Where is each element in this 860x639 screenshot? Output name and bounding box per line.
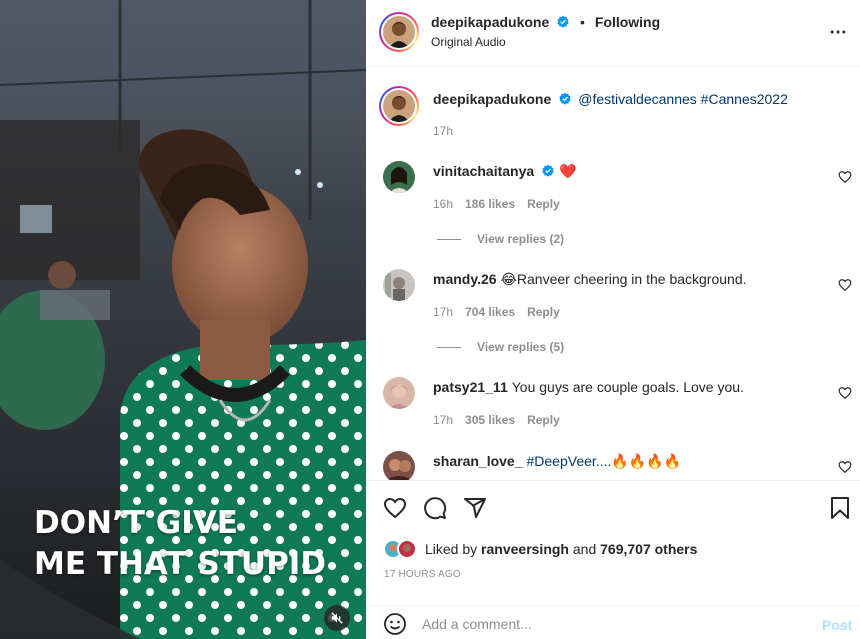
avatar-image — [383, 16, 415, 48]
separator-dot: • — [580, 14, 585, 30]
comment-meta: 17h 305 likes Reply — [433, 413, 572, 427]
post-actions: Liked by ranveersingh and 769,707 others… — [366, 480, 860, 639]
comment-like-heart-icon[interactable] — [838, 278, 852, 292]
reply-button[interactable]: Reply — [527, 305, 560, 319]
comment-input[interactable] — [422, 612, 802, 636]
comment-time[interactable]: 16h — [433, 197, 453, 211]
author-username[interactable]: deepikapadukone — [431, 14, 549, 30]
reel-video[interactable]: DON’T GIVE ME THAT STUPID — [0, 0, 366, 639]
header-user-line: deepikapadukone • Following — [431, 14, 660, 30]
post-header: deepikapadukone • Following Original Aud… — [366, 0, 860, 67]
comment-hashtag-link[interactable]: #DeepVeer.... — [527, 453, 612, 469]
comment-composer: Post — [366, 605, 860, 639]
replies-line — [437, 347, 461, 349]
replies-line — [437, 239, 461, 241]
speaker-muted-icon — [331, 612, 343, 624]
comment-like-heart-icon[interactable] — [838, 460, 852, 474]
comment-username[interactable]: vinitachaitanya — [433, 163, 534, 179]
comment-username[interactable]: mandy.26 — [433, 271, 497, 287]
view-replies-button[interactable]: View replies (2) — [437, 232, 564, 246]
comment-icon[interactable] — [423, 496, 447, 520]
video-frame — [0, 0, 366, 639]
commenter-avatar[interactable] — [383, 269, 415, 301]
comments-list[interactable]: vinitachaitanya ❤️ 16h 186 likes Reply Vie… — [366, 68, 860, 480]
view-replies-label: View replies (2) — [477, 232, 565, 246]
liked-by-label: Liked by — [425, 541, 478, 557]
post-comment-button[interactable]: Post — [822, 617, 852, 633]
comment-body: 🔥🔥🔥🔥 — [611, 453, 682, 469]
commenter-avatar[interactable] — [383, 451, 415, 480]
heart-icon[interactable] — [383, 496, 407, 520]
likes-others-link[interactable]: 769,707 others — [600, 541, 697, 557]
comment-text-line: vinitachaitanya ❤️ — [433, 163, 577, 180]
comment-text-line: mandy.26 😂Ranveer cheering in the backgro… — [433, 271, 747, 288]
comment-body: You guys are couple goals. Love you. — [511, 379, 744, 395]
post-timestamp[interactable]: 17 HOURS AGO — [384, 569, 461, 580]
view-replies-button[interactable]: View replies (5) — [437, 340, 564, 354]
verified-badge-icon — [557, 15, 569, 28]
comment-likes[interactable]: 305 likes — [465, 413, 515, 427]
liker-username[interactable]: ranveersingh — [481, 541, 569, 557]
commenter-avatar[interactable] — [383, 377, 415, 409]
comment-time[interactable]: 17h — [433, 413, 453, 427]
liker-avatar[interactable] — [397, 539, 417, 559]
comment-username[interactable]: sharan_love_ — [433, 453, 523, 469]
liker-avatars — [383, 538, 423, 560]
commenter-avatar[interactable] — [383, 161, 415, 193]
audio-label[interactable]: Original Audio — [431, 35, 506, 49]
following-button[interactable]: Following — [595, 14, 660, 30]
video-caption-line2: ME THAT STUPID — [34, 546, 327, 582]
post-panel: deepikapadukone • Following Original Aud… — [366, 0, 860, 639]
share-icon[interactable] — [463, 496, 487, 520]
comment-likes[interactable]: 186 likes — [465, 197, 515, 211]
verified-badge-icon — [542, 164, 554, 177]
comment-like-heart-icon[interactable] — [838, 170, 852, 184]
comment-text-line: patsy21_11 You guys are couple goals. Lov… — [433, 379, 744, 395]
more-options-button[interactable] — [828, 22, 848, 42]
comment-likes[interactable]: 704 likes — [465, 305, 515, 319]
comment-meta: 16h 186 likes Reply — [433, 197, 572, 211]
comment-text-line: sharan_love_ #DeepVeer....🔥🔥🔥🔥 — [433, 453, 681, 470]
mute-button[interactable] — [324, 605, 350, 631]
reply-button[interactable]: Reply — [527, 197, 560, 211]
comment-body: ❤️ — [559, 163, 577, 179]
video-caption-line1: DON’T GIVE — [34, 505, 238, 541]
comment-like-heart-icon[interactable] — [838, 386, 852, 400]
reply-button[interactable]: Reply — [527, 413, 560, 427]
comment-body: 😂Ranveer cheering in the background. — [500, 271, 747, 287]
more-options-icon — [830, 30, 846, 34]
emoji-icon[interactable] — [383, 612, 407, 636]
comment-meta: 17h 704 likes Reply — [433, 305, 572, 319]
bookmark-icon[interactable] — [828, 496, 852, 520]
likes-summary: Liked by ranveersingh and 769,707 others — [383, 538, 697, 560]
view-replies-label: View replies (5) — [477, 340, 565, 354]
likes-and-label: and — [572, 541, 597, 557]
comment-time[interactable]: 17h — [433, 305, 453, 319]
author-avatar[interactable] — [379, 12, 419, 52]
comment-username[interactable]: patsy21_11 — [433, 379, 508, 395]
